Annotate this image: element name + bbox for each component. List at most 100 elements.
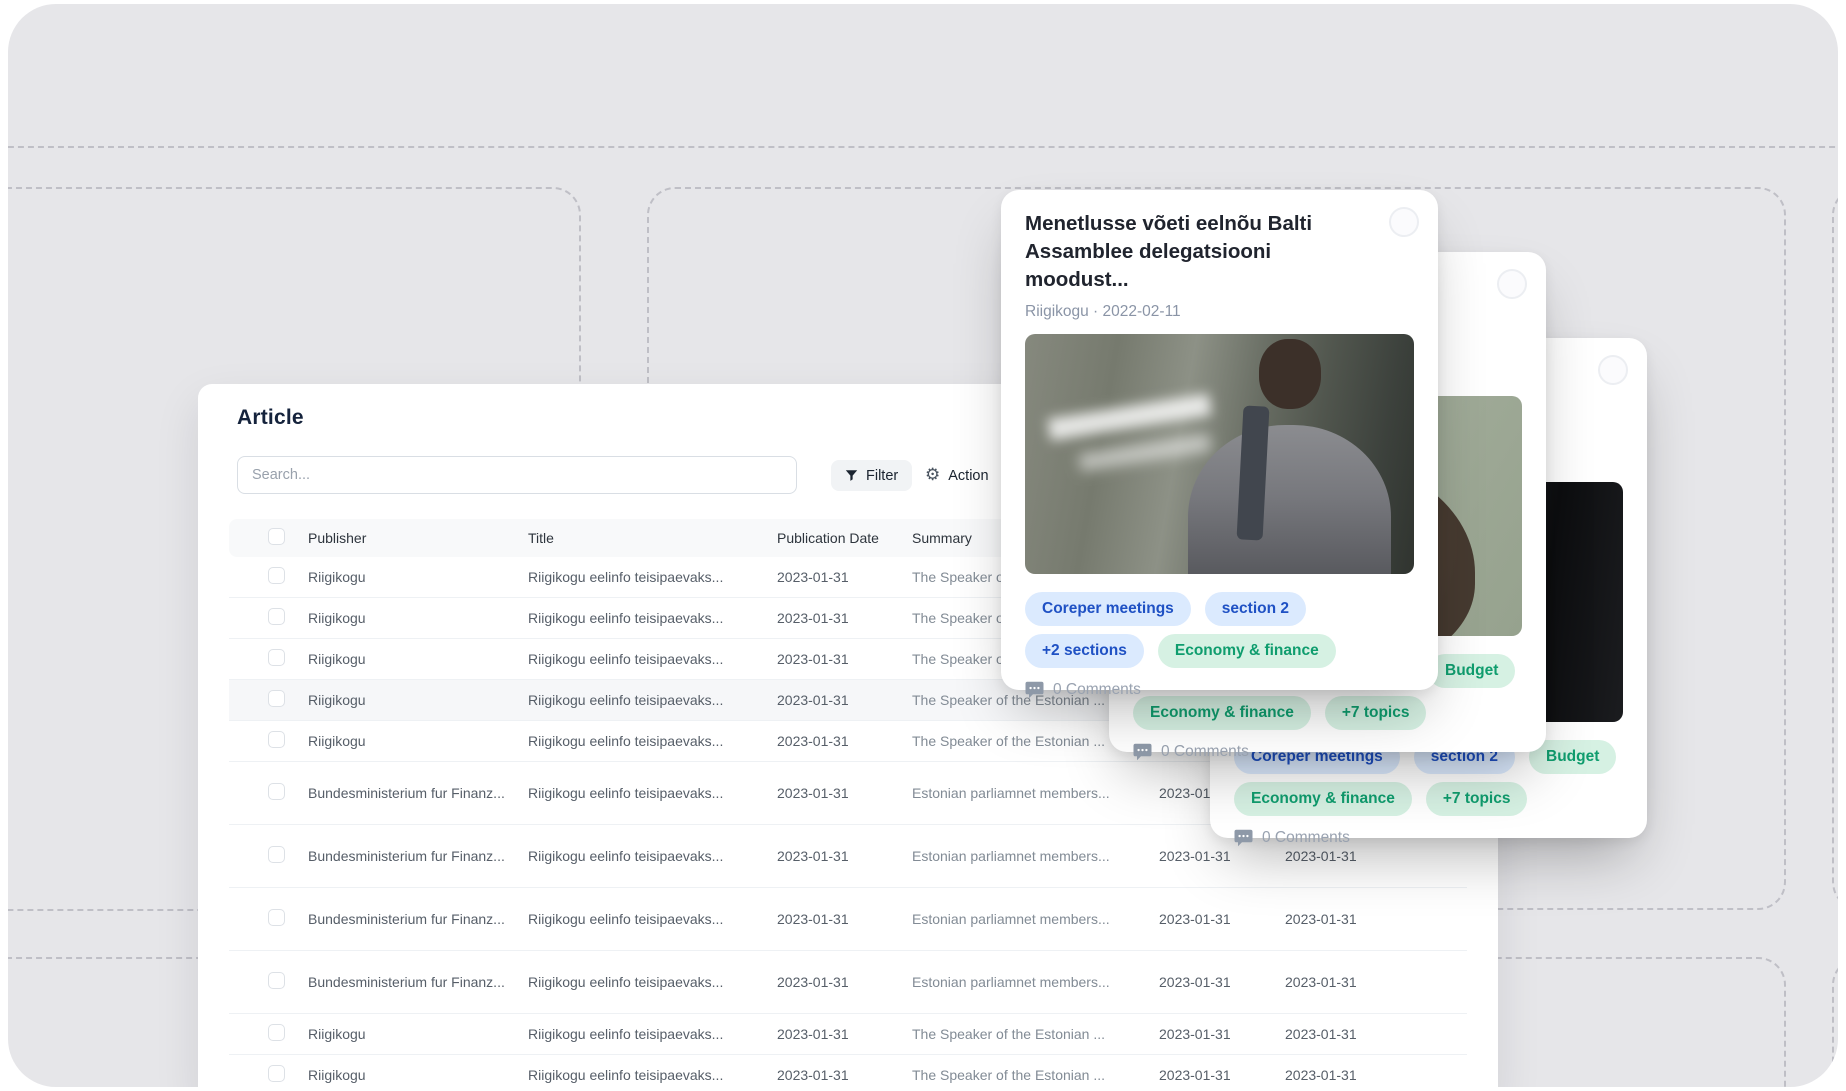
tag-pill[interactable]: section 2 bbox=[1204, 592, 1306, 626]
cell-title: Riigikogu eelinfo teisipaevaks... bbox=[528, 848, 724, 864]
cell-title: Riigikogu eelinfo teisipaevaks... bbox=[528, 651, 724, 667]
cell-publication-date: 2023-01-31 bbox=[777, 692, 849, 708]
cell-publisher: Riigikogu bbox=[308, 691, 366, 708]
tag-row-1: Coreper meetings section 2 bbox=[1025, 592, 1414, 626]
tag-pill[interactable]: Coreper meetings bbox=[1025, 592, 1191, 626]
filter-button-label: Filter bbox=[866, 467, 899, 484]
dashed-rect-row2-right bbox=[1832, 957, 1838, 1087]
tag-pill[interactable]: +7 topics bbox=[1425, 782, 1528, 816]
action-button-label: Action bbox=[948, 467, 989, 484]
cell-publication-date: 2023-01-31 bbox=[777, 848, 849, 864]
cell-title: Riigikogu eelinfo teisipaevaks... bbox=[528, 1026, 724, 1042]
cell-publication-date: 2023-01-31 bbox=[777, 911, 849, 927]
row-checkbox[interactable] bbox=[268, 608, 285, 625]
tag-pill[interactable]: Economy & finance bbox=[1157, 634, 1336, 668]
cell-publisher: Bundesministerium fur Finanz... bbox=[308, 910, 505, 927]
cell-date2: 2023-01-31 bbox=[1159, 848, 1231, 864]
column-header-title: Title bbox=[528, 530, 554, 546]
tag-pill[interactable]: Budget bbox=[1428, 654, 1516, 688]
column-header-publication-date: Publication Date bbox=[777, 530, 879, 546]
row-checkbox[interactable] bbox=[268, 972, 285, 989]
table-row[interactable]: Bundesministerium fur Finanz... Riigikogu… bbox=[229, 888, 1467, 951]
cell-title: Riigikogu eelinfo teisipaevaks... bbox=[528, 1067, 724, 1083]
cell-publisher: Riigikogu bbox=[308, 568, 366, 585]
cell-date3: 2023-01-31 bbox=[1285, 1067, 1357, 1083]
filter-button[interactable]: Filter bbox=[831, 460, 913, 491]
row-checkbox[interactable] bbox=[268, 1024, 285, 1041]
cell-publisher: Riigikogu bbox=[308, 732, 366, 749]
cell-publication-date: 2023-01-31 bbox=[777, 785, 849, 801]
cell-date2: 2023-01-31 bbox=[1159, 974, 1231, 990]
cell-publisher: Riigikogu bbox=[308, 609, 366, 626]
search-input[interactable] bbox=[237, 456, 797, 494]
row-checkbox[interactable] bbox=[268, 690, 285, 707]
gear-icon: ⚙ bbox=[925, 465, 941, 485]
row-checkbox[interactable] bbox=[268, 649, 285, 666]
comments-row[interactable]: 0 Comments bbox=[1133, 743, 1522, 761]
cell-date3: 2023-01-31 bbox=[1285, 848, 1357, 864]
comments-count: 0 Comments bbox=[1262, 829, 1350, 846]
cell-publication-date: 2023-01-31 bbox=[777, 569, 849, 585]
cell-publisher: Riigikogu bbox=[308, 1066, 366, 1083]
comments-count: 0 Comments bbox=[1053, 681, 1141, 698]
comment-icon bbox=[1025, 681, 1044, 699]
tag-pill[interactable]: +7 topics bbox=[1324, 696, 1427, 730]
cell-date3: 2023-01-31 bbox=[1285, 911, 1357, 927]
cell-publisher: Riigikogu bbox=[308, 650, 366, 667]
cell-title: Riigikogu eelinfo teisipaevaks... bbox=[528, 733, 724, 749]
cell-publisher: Riigikogu bbox=[308, 1025, 366, 1042]
select-circle[interactable] bbox=[1389, 207, 1419, 237]
cell-title: Riigikogu eelinfo teisipaevaks... bbox=[528, 785, 724, 801]
article-photo bbox=[1025, 334, 1414, 574]
cell-date2: 2023-01-31 bbox=[1159, 911, 1231, 927]
row-checkbox[interactable] bbox=[268, 846, 285, 863]
table-row[interactable]: Riigikogu Riigikogu eelinfo teisipaevaks.… bbox=[229, 1014, 1467, 1055]
cell-title: Riigikogu eelinfo teisipaevaks... bbox=[528, 692, 724, 708]
cell-date2: 2023-01-31 bbox=[1159, 1067, 1231, 1083]
cell-publication-date: 2023-01-31 bbox=[777, 1026, 849, 1042]
table-row[interactable]: Riigikogu Riigikogu eelinfo teisipaevaks.… bbox=[229, 1055, 1467, 1087]
table-row[interactable]: Bundesministerium fur Finanz... Riigikogu… bbox=[229, 951, 1467, 1014]
card-publisher-date: Riigikogu · 2022-02-11 bbox=[1025, 303, 1181, 320]
comment-icon bbox=[1133, 743, 1152, 761]
column-header-publisher: Publisher bbox=[308, 530, 367, 546]
cell-summary: The Speaker of the Estonian ... bbox=[912, 1026, 1106, 1042]
tag-pill[interactable]: +2 sections bbox=[1025, 634, 1144, 668]
comments-row[interactable]: 0 Comments bbox=[1025, 681, 1414, 699]
row-checkbox[interactable] bbox=[268, 783, 285, 800]
cell-publication-date: 2023-01-31 bbox=[777, 610, 849, 626]
dashed-rect-top-band bbox=[8, 4, 1838, 148]
cell-publication-date: 2023-01-31 bbox=[777, 733, 849, 749]
action-button[interactable]: ⚙ Action bbox=[925, 460, 989, 491]
row-checkbox[interactable] bbox=[268, 909, 285, 926]
cell-title: Riigikogu eelinfo teisipaevaks... bbox=[528, 610, 724, 626]
select-circle[interactable] bbox=[1497, 269, 1527, 299]
select-circle[interactable] bbox=[1598, 355, 1628, 385]
page-title: Article bbox=[237, 406, 304, 429]
cell-publisher: Bundesministerium fur Finanz... bbox=[308, 847, 505, 864]
tag-row-2: Economy & finance +7 topics bbox=[1234, 782, 1623, 816]
tag-row-2: Economy & finance +7 topics bbox=[1133, 696, 1522, 730]
cell-summary: Estonian parliamnet members... bbox=[912, 974, 1110, 990]
cell-title: Riigikogu eelinfo teisipaevaks... bbox=[528, 569, 724, 585]
cell-publisher: Bundesministerium fur Finanz... bbox=[308, 973, 505, 990]
row-checkbox[interactable] bbox=[268, 731, 285, 748]
cell-summary: The Speaker of the Estonian ... bbox=[912, 1067, 1106, 1083]
card-title: Menetlusse võeti eelnõu Balti Assamblee … bbox=[1025, 212, 1313, 291]
cell-date2: 2023-01-31 bbox=[1159, 1026, 1231, 1042]
cell-summary: Estonian parliamnet members... bbox=[912, 848, 1110, 864]
cell-date3: 2023-01-31 bbox=[1285, 1026, 1357, 1042]
comment-icon bbox=[1234, 829, 1253, 847]
article-card-front[interactable]: Menetlusse võeti eelnõu Balti Assamblee … bbox=[1001, 190, 1438, 699]
cell-publication-date: 2023-01-31 bbox=[777, 651, 849, 667]
row-checkbox[interactable] bbox=[268, 567, 285, 584]
cell-publication-date: 2023-01-31 bbox=[777, 1067, 849, 1083]
tag-pill[interactable]: Economy & finance bbox=[1234, 782, 1412, 816]
row-checkbox[interactable] bbox=[268, 1065, 285, 1082]
tag-pill[interactable]: Economy & finance bbox=[1133, 696, 1311, 730]
design-canvas: Article Filter ⚙ Action Publisher Title … bbox=[8, 4, 1838, 1087]
cell-date3: 2023-01-31 bbox=[1285, 974, 1357, 990]
select-all-checkbox[interactable] bbox=[268, 528, 285, 545]
cell-summary: Estonian parliamnet members... bbox=[912, 911, 1110, 927]
comments-row[interactable]: 0 Comments bbox=[1234, 829, 1623, 847]
